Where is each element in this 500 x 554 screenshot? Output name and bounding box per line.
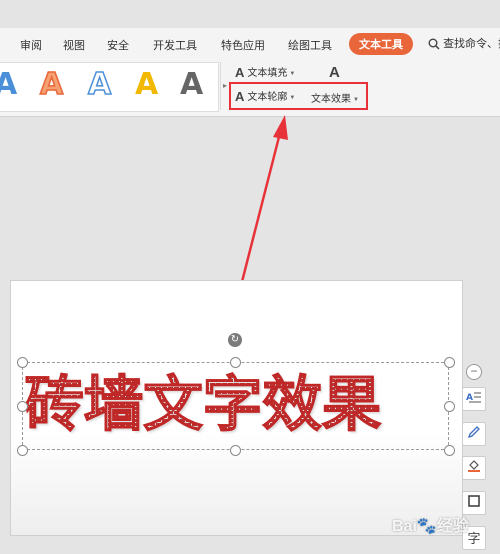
resize-handle-bottom-left[interactable] [17, 445, 28, 456]
layout-options-icon[interactable]: A [462, 387, 486, 411]
resize-handle-top[interactable] [230, 357, 241, 368]
fill-bucket-icon[interactable] [462, 456, 486, 480]
rotate-handle-icon[interactable]: ↻ [228, 333, 242, 347]
resize-handle-bottom[interactable] [230, 445, 241, 456]
resize-handle-right[interactable] [444, 401, 455, 412]
brick-wall-art-text[interactable]: 砖墙文字效果 [24, 366, 448, 444]
collapse-tools-button[interactable]: − [466, 364, 482, 380]
resize-handle-top-left[interactable] [17, 357, 28, 368]
resize-handle-left[interactable] [17, 401, 28, 412]
pen-icon[interactable] [462, 422, 486, 446]
watermark-logo: Bai🐾经验 [392, 518, 469, 535]
resize-handle-top-right[interactable] [444, 357, 455, 368]
resize-handle-bottom-right[interactable] [444, 445, 455, 456]
